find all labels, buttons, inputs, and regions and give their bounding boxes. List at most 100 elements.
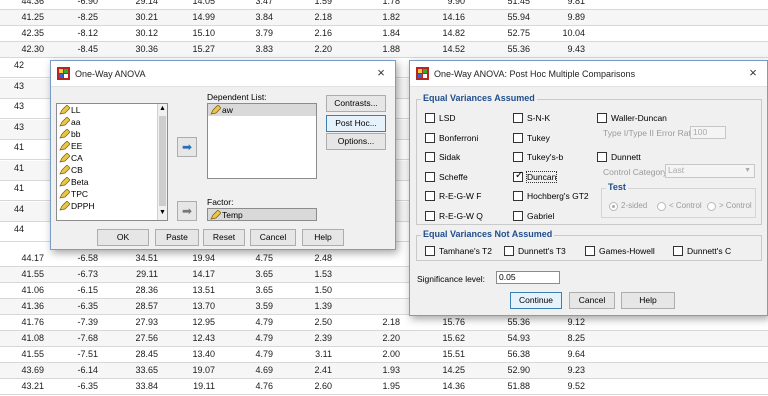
table-cell[interactable]: 13.70 <box>175 301 215 311</box>
table-cell[interactable]: 9.89 <box>545 12 585 22</box>
table-cell[interactable]: 2.18 <box>360 317 400 327</box>
table-cell[interactable]: 52.75 <box>490 28 530 38</box>
table-cell[interactable]: 3.11 <box>292 349 332 359</box>
post-hoc-titlebar[interactable]: One-Way ANOVA: Post Hoc Multiple Compari… <box>410 61 767 87</box>
two-sided-radio[interactable]: 2-sided <box>609 200 647 212</box>
close-icon[interactable]: × <box>373 65 389 81</box>
r-e-g-w-f-checkbox[interactable]: R-E-G-W F <box>425 190 482 202</box>
table-cell[interactable]: 41.55 <box>4 349 44 359</box>
help-button[interactable]: Help <box>302 229 344 246</box>
table-cell[interactable]: 1.93 <box>360 365 400 375</box>
table-row[interactable]: 41.08 -7.68 27.56 12.43 4.79 2.39 2.20 15.62 54.… <box>0 331 768 347</box>
table-cell[interactable]: 42 <box>14 60 44 70</box>
ok-button[interactable]: OK <box>97 229 149 246</box>
table-cell[interactable]: 3.83 <box>233 44 273 54</box>
table-cell[interactable]: 13.51 <box>175 285 215 295</box>
table-cell[interactable]: 1.84 <box>360 28 400 38</box>
table-cell[interactable]: 1.78 <box>360 0 400 6</box>
table-row[interactable]: 42.30 -8.45 30.36 15.27 3.83 2.20 1.88 14.52 55.… <box>0 42 768 58</box>
table-cell[interactable]: 51.88 <box>490 381 530 391</box>
table-cell[interactable]: 44 <box>14 224 44 234</box>
greater-than-control-radio[interactable]: > Control <box>707 200 752 212</box>
table-cell[interactable]: 27.56 <box>118 333 158 343</box>
variable-item[interactable]: bb <box>57 128 167 140</box>
table-cell[interactable]: 52.90 <box>490 365 530 375</box>
table-cell[interactable]: 10.04 <box>545 28 585 38</box>
paste-button[interactable]: Paste <box>155 229 199 246</box>
table-cell[interactable]: 41.55 <box>4 269 44 279</box>
table-cell[interactable]: 9.23 <box>545 365 585 375</box>
table-cell[interactable]: 9.81 <box>545 0 585 6</box>
table-cell[interactable]: 15.51 <box>425 349 465 359</box>
sidak-checkbox[interactable]: Sidak <box>425 151 460 163</box>
table-cell[interactable]: 2.16 <box>292 28 332 38</box>
table-cell[interactable]: 42.35 <box>4 28 44 38</box>
table-cell[interactable]: 41.25 <box>4 12 44 22</box>
table-cell[interactable]: 44.36 <box>4 0 44 6</box>
table-cell[interactable]: 43 <box>14 122 44 132</box>
factor-item[interactable]: Temp <box>208 209 316 221</box>
table-cell[interactable]: 15.10 <box>175 28 215 38</box>
table-cell[interactable]: 30.36 <box>118 44 158 54</box>
table-cell[interactable]: 12.95 <box>175 317 215 327</box>
table-cell[interactable]: 14.99 <box>175 12 215 22</box>
table-cell[interactable]: -6.35 <box>58 301 98 311</box>
table-cell[interactable]: 54.93 <box>490 333 530 343</box>
table-cell[interactable]: 1.88 <box>360 44 400 54</box>
table-cell[interactable]: 33.84 <box>118 381 158 391</box>
table-cell[interactable]: 43.21 <box>4 381 44 391</box>
dunnett-checkbox[interactable]: Dunnett <box>597 151 641 163</box>
factor-field[interactable]: Temp <box>207 208 317 221</box>
table-row[interactable]: 41.55 -7.51 28.45 13.40 4.79 3.11 2.00 15.51 56.… <box>0 347 768 363</box>
table-cell[interactable]: 9.90 <box>425 0 465 6</box>
table-cell[interactable]: 9.52 <box>545 381 585 391</box>
scheffe-checkbox[interactable]: Scheffe <box>425 171 468 183</box>
table-cell[interactable]: 30.21 <box>118 12 158 22</box>
dunnett-c-checkbox[interactable]: Dunnett's C <box>673 245 731 257</box>
table-row[interactable]: 42.35 -8.12 30.12 15.10 3.79 2.16 1.84 14.82 52.… <box>0 26 768 42</box>
less-than-control-radio[interactable]: < Control <box>657 200 702 212</box>
table-cell[interactable]: 2.39 <box>292 333 332 343</box>
table-row[interactable]: 41.76 -7.39 27.93 12.95 4.79 2.50 2.18 15.76 55.… <box>0 315 768 331</box>
table-cell[interactable]: 43.69 <box>4 365 44 375</box>
move-to-dependent-button[interactable]: ➡ <box>177 137 197 157</box>
variable-item[interactable]: EE <box>57 140 167 152</box>
games-howell-checkbox[interactable]: Games-Howell <box>585 245 655 257</box>
table-row[interactable]: 44.36 -6.90 29.14 14.05 3.47 1.59 1.78 9.90 51.4… <box>0 0 768 10</box>
table-cell[interactable]: 29.11 <box>118 269 158 279</box>
table-cell[interactable]: 1.53 <box>292 269 332 279</box>
table-cell[interactable]: 56.38 <box>490 349 530 359</box>
table-cell[interactable]: 41 <box>14 183 44 193</box>
table-cell[interactable]: 2.20 <box>360 333 400 343</box>
table-cell[interactable]: 13.40 <box>175 349 215 359</box>
lsd-checkbox[interactable]: LSD <box>425 112 456 124</box>
table-cell[interactable]: 15.62 <box>425 333 465 343</box>
table-cell[interactable]: 42.30 <box>4 44 44 54</box>
table-cell[interactable]: 15.76 <box>425 317 465 327</box>
type-ratio-field[interactable]: 100 <box>690 126 726 139</box>
table-row[interactable]: 41.25 -8.25 30.21 14.99 3.84 2.18 1.82 14.16 55.… <box>0 10 768 26</box>
table-cell[interactable]: 1.95 <box>360 381 400 391</box>
table-cell[interactable]: 15.27 <box>175 44 215 54</box>
variable-item[interactable]: TPC <box>57 188 167 200</box>
cancel-button[interactable]: Cancel <box>250 229 296 246</box>
table-cell[interactable]: 3.65 <box>233 285 273 295</box>
table-cell[interactable]: 8.25 <box>545 333 585 343</box>
table-row[interactable]: 43.21 -6.35 33.84 19.11 4.76 2.60 1.95 14.36 51.… <box>0 379 768 395</box>
table-cell[interactable]: 41.08 <box>4 333 44 343</box>
options-button[interactable]: Options... <box>326 133 386 150</box>
table-cell[interactable]: 14.82 <box>425 28 465 38</box>
table-cell[interactable]: 4.76 <box>233 381 273 391</box>
table-cell[interactable]: 55.94 <box>490 12 530 22</box>
table-cell[interactable]: -6.14 <box>58 365 98 375</box>
help-button[interactable]: Help <box>621 292 675 309</box>
table-cell[interactable]: 41.76 <box>4 317 44 327</box>
variable-item[interactable]: Beta <box>57 176 167 188</box>
tukey-checkbox[interactable]: Tukey <box>513 132 550 144</box>
tukey-s-b-checkbox[interactable]: Tukey's-b <box>513 151 563 163</box>
table-cell[interactable]: 19.11 <box>175 381 215 391</box>
variable-item[interactable]: LL <box>57 104 167 116</box>
table-cell[interactable]: 2.50 <box>292 317 332 327</box>
table-cell[interactable]: -6.90 <box>58 0 98 6</box>
table-cell[interactable]: 27.93 <box>118 317 158 327</box>
